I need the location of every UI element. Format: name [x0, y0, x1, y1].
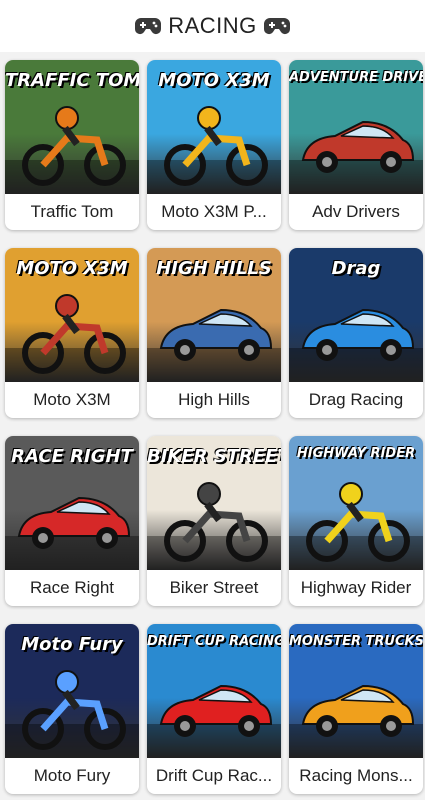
game-logo: RACE RIGHT — [11, 446, 133, 467]
game-card[interactable]: TRAFFIC TOM Traffic Tom — [5, 60, 139, 230]
game-card[interactable]: BIKER STREET Biker Street — [147, 436, 281, 606]
game-card[interactable]: ADVENTURE DRIVERS Adv Drivers — [289, 60, 423, 230]
page-title: RACING — [168, 13, 257, 38]
game-title[interactable]: Moto X3M P... — [147, 194, 281, 230]
game-card[interactable]: MOTO X3M Moto X3M — [5, 248, 139, 418]
game-logo: MOTO X3M — [158, 70, 270, 91]
gamepad-icon — [263, 15, 291, 37]
game-card[interactable]: Moto Fury Moto Fury — [5, 624, 139, 794]
game-thumbnail[interactable]: DRIFT CUP RACING — [147, 624, 281, 758]
game-card[interactable]: MONSTER TRUCKS Racing Mons... — [289, 624, 423, 794]
game-logo: ADVENTURE DRIVERS — [289, 70, 423, 85]
game-thumbnail[interactable]: MONSTER TRUCKS — [289, 624, 423, 758]
game-title[interactable]: Race Right — [5, 570, 139, 606]
gamepad-icon — [134, 15, 162, 37]
game-thumbnail[interactable]: BIKER STREET — [147, 436, 281, 570]
game-logo: MOTO X3M — [16, 258, 128, 279]
game-card[interactable]: DRIFT CUP RACING Drift Cup Rac... — [147, 624, 281, 794]
game-card[interactable]: MOTO X3M Moto X3M P... — [147, 60, 281, 230]
game-logo: Drag — [331, 258, 381, 279]
game-title[interactable]: High Hills — [147, 382, 281, 418]
game-title[interactable]: Moto X3M — [5, 382, 139, 418]
game-thumbnail[interactable]: Drag — [289, 248, 423, 382]
game-thumbnail[interactable]: Moto Fury — [5, 624, 139, 758]
game-card[interactable]: Drag Drag Racing — [289, 248, 423, 418]
game-logo: Moto Fury — [21, 634, 123, 655]
game-logo: HIGHWAY RIDER — [296, 446, 416, 461]
game-logo: TRAFFIC TOM — [5, 70, 139, 91]
game-thumbnail[interactable]: TRAFFIC TOM — [5, 60, 139, 194]
game-thumbnail[interactable]: MOTO X3M — [147, 60, 281, 194]
game-title[interactable]: Racing Mons... — [289, 758, 423, 794]
game-title[interactable]: Highway Rider — [289, 570, 423, 606]
game-thumbnail[interactable]: ADVENTURE DRIVERS — [289, 60, 423, 194]
game-card[interactable]: RACE RIGHT Race Right — [5, 436, 139, 606]
game-title[interactable]: Biker Street — [147, 570, 281, 606]
game-logo: BIKER STREET — [147, 446, 281, 467]
game-thumbnail[interactable]: HIGH HILLS — [147, 248, 281, 382]
game-title[interactable]: Adv Drivers — [289, 194, 423, 230]
game-logo: MONSTER TRUCKS — [289, 634, 423, 649]
game-logo: DRIFT CUP RACING — [147, 634, 281, 649]
game-grid: TRAFFIC TOM Traffic Tom MOTO X3M Moto X3M P… — [0, 52, 425, 794]
game-thumbnail[interactable]: HIGHWAY RIDER — [289, 436, 423, 570]
game-title[interactable]: Drift Cup Rac... — [147, 758, 281, 794]
game-thumbnail[interactable]: MOTO X3M — [5, 248, 139, 382]
game-thumbnail[interactable]: RACE RIGHT — [5, 436, 139, 570]
game-card[interactable]: HIGHWAY RIDER Highway Rider — [289, 436, 423, 606]
game-card[interactable]: HIGH HILLS High Hills — [147, 248, 281, 418]
page-header: RACING — [0, 0, 425, 52]
game-logo: HIGH HILLS — [156, 258, 272, 279]
game-title[interactable]: Moto Fury — [5, 758, 139, 794]
game-title[interactable]: Drag Racing — [289, 382, 423, 418]
game-title[interactable]: Traffic Tom — [5, 194, 139, 230]
